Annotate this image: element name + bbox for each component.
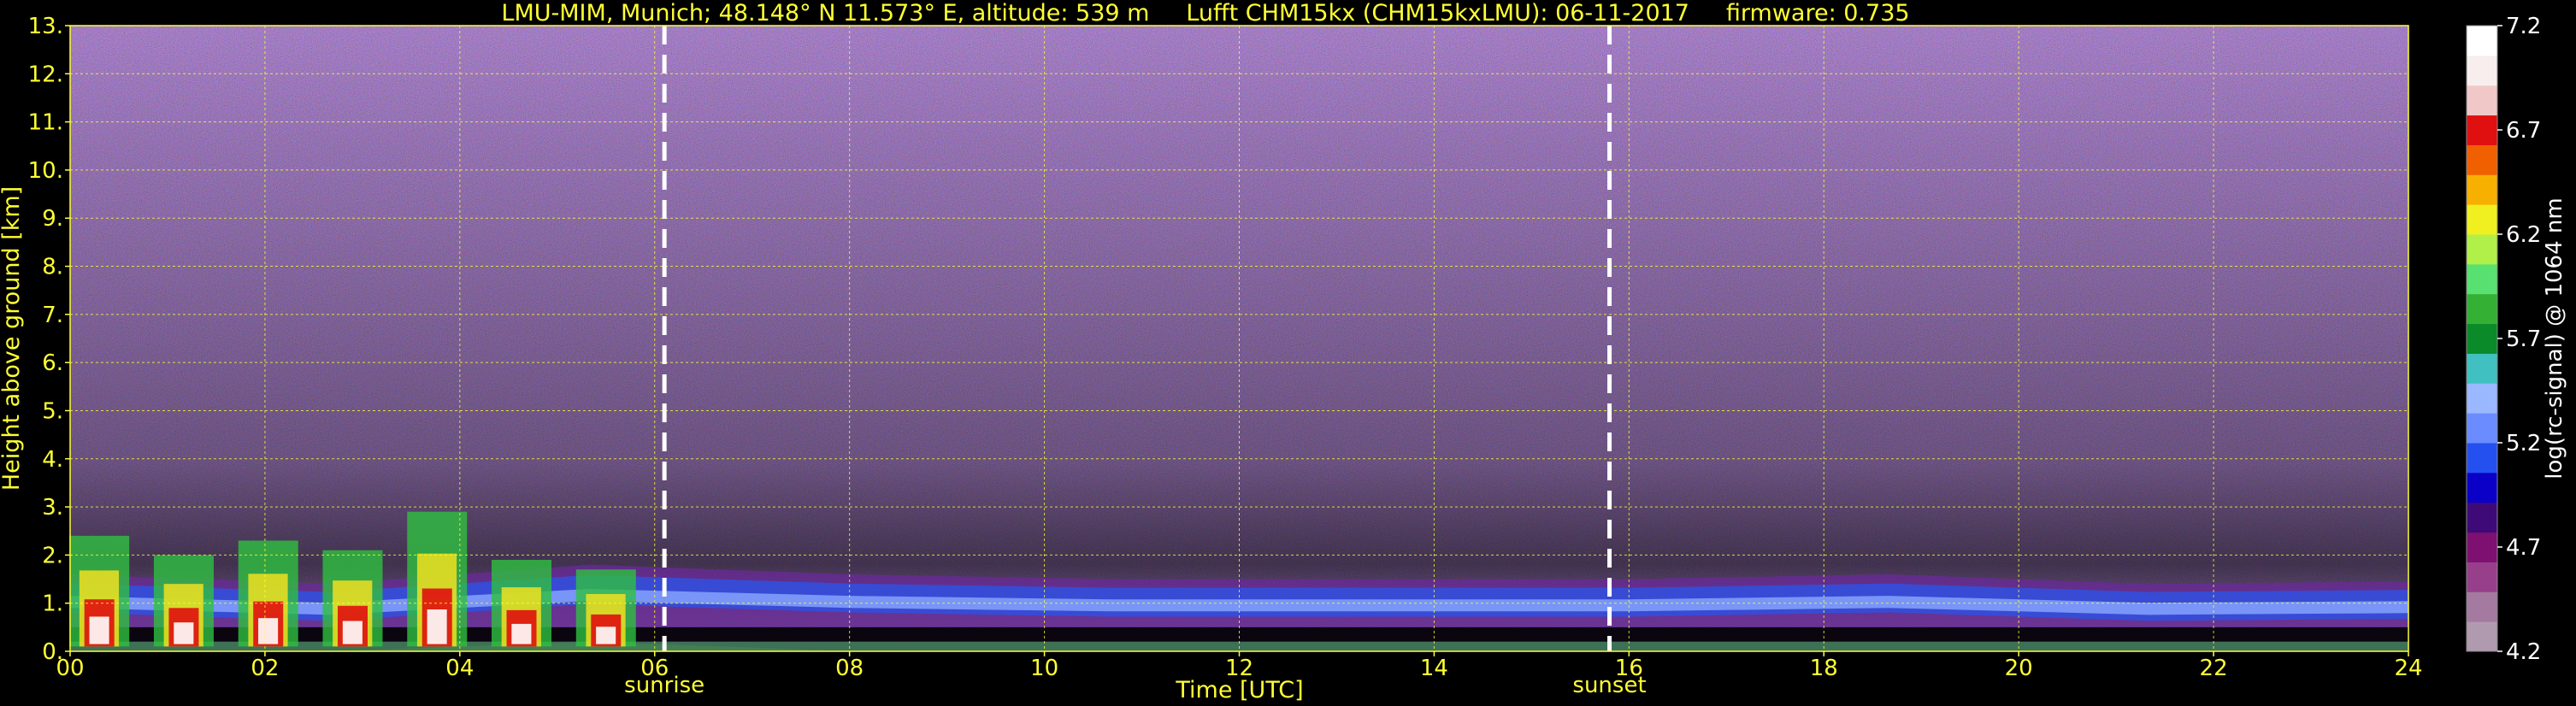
colorbar-block bbox=[2467, 413, 2497, 444]
colorbar-blocks bbox=[2467, 26, 2497, 652]
colorbar: 7.2 6.7 6.2 5.7 5.2 4.7 4.2 log(rc-signal) @ 1… bbox=[2466, 14, 2567, 665]
colorbar-block bbox=[2467, 562, 2497, 592]
colorbar-tick-label: 4.7 bbox=[2506, 535, 2541, 561]
colorbar-tick-label: 5.2 bbox=[2506, 431, 2541, 456]
colorbar-block bbox=[2467, 293, 2497, 325]
colorbar-tick-label: 6.2 bbox=[2506, 222, 2541, 248]
colorbar-block bbox=[2467, 353, 2497, 384]
colorbar-tick-label: 6.7 bbox=[2506, 118, 2541, 144]
colorbar-ticks: 7.2 6.7 6.2 5.7 5.2 4.7 4.2 bbox=[2497, 14, 2541, 665]
colorbar-block bbox=[2467, 144, 2497, 175]
colorbar-block bbox=[2467, 26, 2497, 56]
colorbar-block bbox=[2467, 591, 2497, 622]
colorbar-block bbox=[2467, 532, 2497, 562]
colorbar-tick-label: 5.7 bbox=[2506, 327, 2541, 352]
colorbar-block bbox=[2467, 472, 2497, 503]
colorbar-tick-label: 7.2 bbox=[2506, 14, 2541, 39]
colorbar-block bbox=[2467, 85, 2497, 116]
colorbar-block bbox=[2467, 115, 2497, 145]
colorbar-block bbox=[2467, 234, 2497, 265]
colorbar-tick-label: 4.2 bbox=[2506, 639, 2541, 665]
colorbar-block bbox=[2467, 621, 2497, 652]
colorbar-block bbox=[2467, 204, 2497, 235]
colorbar-label: log(rc-signal) @ 1064 nm bbox=[2542, 197, 2567, 479]
colorbar-block bbox=[2467, 443, 2497, 474]
colorbar-block bbox=[2467, 174, 2497, 205]
colorbar-block bbox=[2467, 502, 2497, 533]
colorbar-block bbox=[2467, 383, 2497, 414]
colorbar-block bbox=[2467, 323, 2497, 354]
colorbar-block bbox=[2467, 263, 2497, 295]
colorbar-block bbox=[2467, 55, 2497, 86]
